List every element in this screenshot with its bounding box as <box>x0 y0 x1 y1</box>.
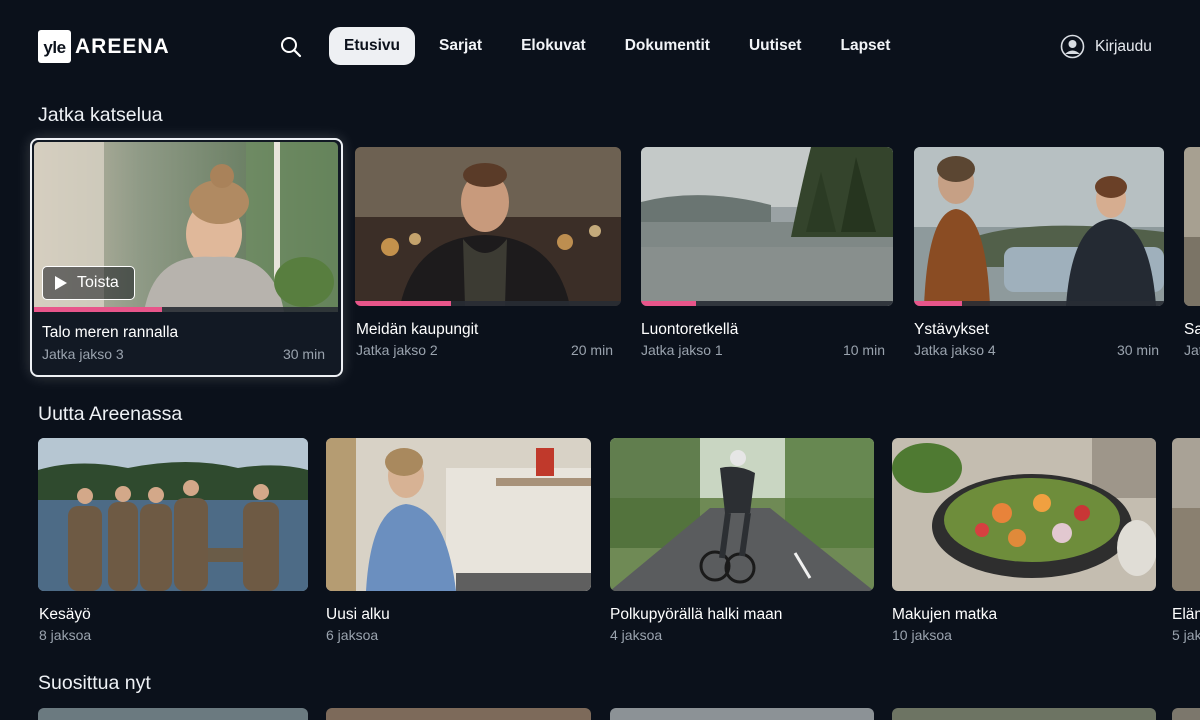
new-card-makujen-matka[interactable]: Makujen matka 10 jaksoa <box>892 438 1156 648</box>
progress-bar <box>355 301 621 306</box>
yle-areena-logo[interactable]: yle AREENA <box>38 30 170 63</box>
card-duration: 30 min <box>1116 342 1159 358</box>
thumbnail-image-misty-lake <box>641 147 893 306</box>
thumbnail <box>1184 147 1200 306</box>
card-title: Talo meren rannalla <box>42 324 179 341</box>
thumbnail <box>355 147 621 306</box>
card-title: Polkupyörällä halki maan <box>610 606 783 623</box>
progress-fill <box>914 301 962 306</box>
thumbnail <box>1172 708 1200 720</box>
continue-card-talo-meren-rannalla[interactable]: Toista Talo meren rannalla Jatka jakso 3… <box>30 138 343 377</box>
nav-item-uutiset[interactable]: Uutiset <box>731 27 820 65</box>
play-icon <box>55 276 67 290</box>
thumbnail <box>326 438 591 591</box>
card-duration: 30 min <box>282 346 325 362</box>
popular-card-partial[interactable] <box>1172 708 1200 720</box>
popular-card[interactable] <box>38 708 308 720</box>
thumbnail <box>892 438 1156 591</box>
nav-item-sarjat[interactable]: Sarjat <box>421 27 500 65</box>
thumbnail-image-partial <box>1172 438 1200 591</box>
card-duration: 20 min <box>570 342 613 358</box>
card-subtitle: Jatka jakso 1 <box>641 342 723 358</box>
thumbnail-image-two-people-outdoors <box>914 147 1164 306</box>
card-title: Kesäyö <box>39 606 91 623</box>
thumbnail-image-cyclist-road <box>610 438 874 591</box>
card-subtitle: Jatka jakso 4 <box>914 342 996 358</box>
card-subtitle: 6 jaksoa <box>326 627 379 643</box>
card-title: Meidän kaupungit <box>356 321 479 338</box>
card-subtitle: Jatka jakso 2 <box>356 342 438 358</box>
continue-card-partial[interactable]: Sa Jat <box>1184 147 1200 362</box>
main-nav: Etusivu Sarjat Elokuvat Dokumentit Uutis… <box>329 27 911 65</box>
section-title-uutta-areenassa: Uutta Areenassa <box>38 403 183 425</box>
thumbnail <box>610 708 874 720</box>
thumbnail <box>326 708 591 720</box>
progress-bar <box>914 301 1164 306</box>
thumbnail <box>641 147 893 306</box>
thumbnail <box>914 147 1164 306</box>
section-title-jatka-katselua: Jatka katselua <box>38 104 163 126</box>
card-subtitle: Jat <box>1184 342 1200 358</box>
card-subtitle: Jatka jakso 3 <box>42 346 124 362</box>
nav-item-etusivu[interactable]: Etusivu <box>329 27 415 65</box>
login-button[interactable]: Kirjaudu <box>1060 34 1152 59</box>
thumbnail <box>38 438 308 591</box>
play-button[interactable]: Toista <box>42 266 135 300</box>
continue-card-meidan-kaupungit[interactable]: Meidän kaupungit Jatka jakso 2 20 min <box>355 147 621 362</box>
thumbnail <box>892 708 1156 720</box>
card-title: Sa <box>1184 321 1200 338</box>
thumbnail-image-woman-kitchen <box>326 438 591 591</box>
progress-fill <box>34 307 162 312</box>
card-duration: 10 min <box>842 342 885 358</box>
popular-card[interactable] <box>610 708 874 720</box>
new-card-uusi-alku[interactable]: Uusi alku 6 jaksoa <box>326 438 591 648</box>
card-subtitle: 10 jaksoa <box>892 627 952 643</box>
thumbnail <box>610 438 874 591</box>
card-title: Ystävykset <box>914 321 989 338</box>
new-card-polkupyoralla-halki-maan[interactable]: Polkupyörällä halki maan 4 jaksoa <box>610 438 874 648</box>
nav-item-lapset[interactable]: Lapset <box>822 27 908 65</box>
popular-card[interactable] <box>326 708 591 720</box>
search-icon <box>281 37 302 58</box>
card-title: Eläm <box>1172 606 1200 623</box>
thumbnail <box>38 708 308 720</box>
progress-bar <box>34 307 338 312</box>
thumbnail-image-group-by-lake <box>38 438 308 591</box>
thumbnail-image-man-city-night <box>355 147 621 306</box>
card-subtitle: 4 jaksoa <box>610 627 663 643</box>
login-label: Kirjaudu <box>1095 37 1152 55</box>
nav-item-dokumentit[interactable]: Dokumentit <box>607 27 728 65</box>
play-label: Toista <box>77 274 119 291</box>
new-card-kesayo[interactable]: Kesäyö 8 jaksoa <box>38 438 308 648</box>
card-subtitle: 8 jaksoa <box>39 627 92 643</box>
card-title: Uusi alku <box>326 606 390 623</box>
new-card-partial[interactable]: Eläm 5 jak <box>1172 438 1200 648</box>
continue-card-luontoretkella[interactable]: Luontoretkellä Jatka jakso 1 10 min <box>641 147 893 362</box>
yle-logo-badge: yle <box>38 30 71 63</box>
progress-fill <box>355 301 451 306</box>
progress-fill <box>641 301 697 306</box>
top-bar: yle AREENA Etusivu Sarjat Elokuvat Dokum… <box>0 0 1200 92</box>
search-button[interactable] <box>278 34 304 60</box>
user-icon <box>1060 34 1085 59</box>
card-title: Luontoretkellä <box>641 321 739 338</box>
card-title: Makujen matka <box>892 606 998 623</box>
thumbnail <box>1172 438 1200 591</box>
popular-card[interactable] <box>892 708 1156 720</box>
progress-bar <box>641 301 893 306</box>
card-subtitle: 5 jak <box>1172 627 1200 643</box>
nav-item-elokuvat[interactable]: Elokuvat <box>503 27 604 65</box>
thumbnail-image-salad-bowl <box>892 438 1156 591</box>
thumbnail-image-partial <box>1184 147 1200 306</box>
section-title-suosittua-nyt: Suosittua nyt <box>38 672 151 694</box>
areena-wordmark: AREENA <box>75 34 170 58</box>
continue-card-ystavykset[interactable]: Ystävykset Jatka jakso 4 30 min <box>914 147 1164 362</box>
